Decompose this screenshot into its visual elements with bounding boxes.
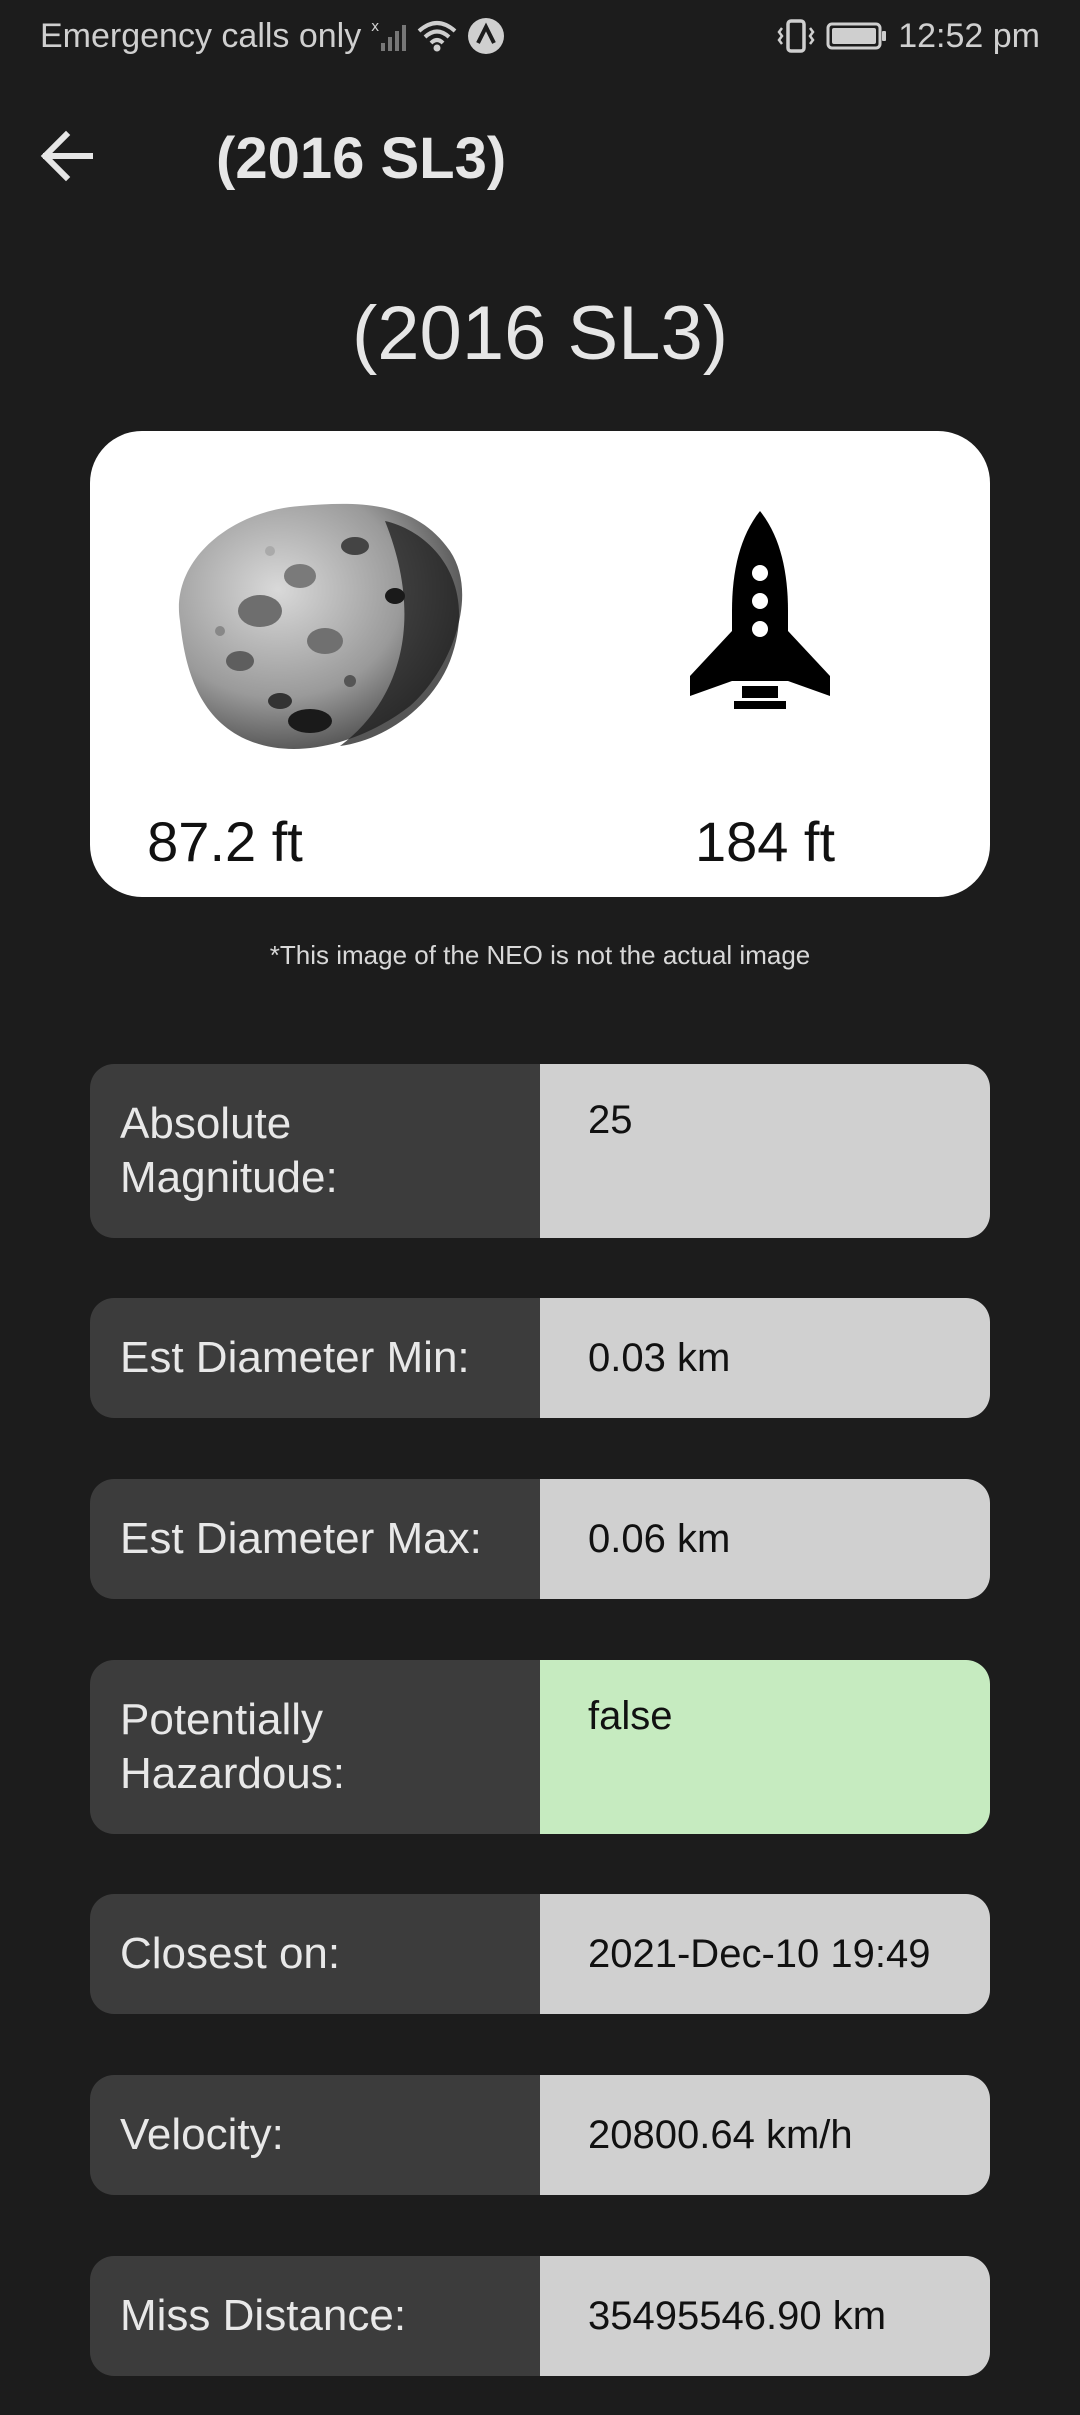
detail-row-miss-distance: Miss Distance: 35495546.90 km bbox=[90, 2256, 990, 2376]
rocket-column: 184 ft bbox=[540, 431, 990, 897]
arrow-left-icon bbox=[40, 129, 94, 188]
detail-row-potentially-hazardous: Potentially Hazardous: false bbox=[90, 1660, 990, 1834]
status-right: 12:52 pm bbox=[776, 17, 1040, 56]
detail-value: 0.06 km bbox=[540, 1479, 990, 1599]
clock: 12:52 pm bbox=[898, 16, 1040, 55]
detail-label: Miss Distance: bbox=[90, 2256, 540, 2376]
size-comparison-card: 87.2 ft 184 ft bbox=[90, 431, 990, 897]
detail-row-absolute-magnitude: Absolute Magnitude: 25 bbox=[90, 1064, 990, 1238]
wifi-icon bbox=[417, 19, 457, 53]
detail-row-closest-on: Closest on: 2021-Dec-10 19:49 bbox=[90, 1894, 990, 2014]
status-left: Emergency calls only x bbox=[40, 17, 505, 56]
image-disclaimer: *This image of the NEO is not the actual… bbox=[269, 940, 811, 970]
hazard-status-value: false bbox=[540, 1660, 990, 1834]
detail-value: 2021-Dec-10 19:49 bbox=[540, 1894, 990, 2014]
detail-value: 20800.64 km/h bbox=[540, 2075, 990, 2195]
asteroid-icon bbox=[150, 471, 490, 761]
detail-row-velocity: Velocity: 20800.64 km/h bbox=[90, 2075, 990, 2195]
back-button[interactable] bbox=[40, 100, 160, 216]
battery-icon bbox=[826, 21, 888, 51]
rocket-size-value: 184 ft bbox=[694, 810, 836, 873]
vibrate-icon bbox=[776, 18, 816, 54]
app-bar: (2016 SL3) bbox=[0, 100, 1080, 216]
app-notification-icon bbox=[467, 17, 505, 55]
no-signal-icon: x bbox=[371, 19, 407, 53]
detail-label: Est Diameter Max: bbox=[90, 1479, 540, 1599]
svg-text:x: x bbox=[371, 19, 379, 35]
detail-value: 35495546.90 km bbox=[540, 2256, 990, 2376]
detail-value: 0.03 km bbox=[540, 1298, 990, 1418]
status-bar: Emergency calls only x 12:52 pm bbox=[0, 0, 1080, 72]
detail-label: Est Diameter Min: bbox=[90, 1298, 540, 1418]
detail-value: 25 bbox=[540, 1064, 990, 1238]
asteroid-size-value: 87.2 ft bbox=[147, 810, 303, 873]
detail-row-est-diameter-min: Est Diameter Min: 0.03 km bbox=[90, 1298, 990, 1418]
detail-label: Closest on: bbox=[90, 1894, 540, 2014]
page-title: (2016 SL3) bbox=[216, 125, 507, 191]
detail-label: Potentially Hazardous: bbox=[90, 1660, 540, 1834]
neo-name-heading: (2016 SL3) bbox=[351, 291, 729, 376]
carrier-text: Emergency calls only bbox=[40, 16, 362, 55]
detail-label: Velocity: bbox=[90, 2075, 540, 2195]
rocket-icon bbox=[670, 511, 850, 721]
asteroid-column: 87.2 ft bbox=[90, 431, 540, 897]
detail-label: Absolute Magnitude: bbox=[90, 1064, 540, 1238]
detail-row-est-diameter-max: Est Diameter Max: 0.06 km bbox=[90, 1479, 990, 1599]
